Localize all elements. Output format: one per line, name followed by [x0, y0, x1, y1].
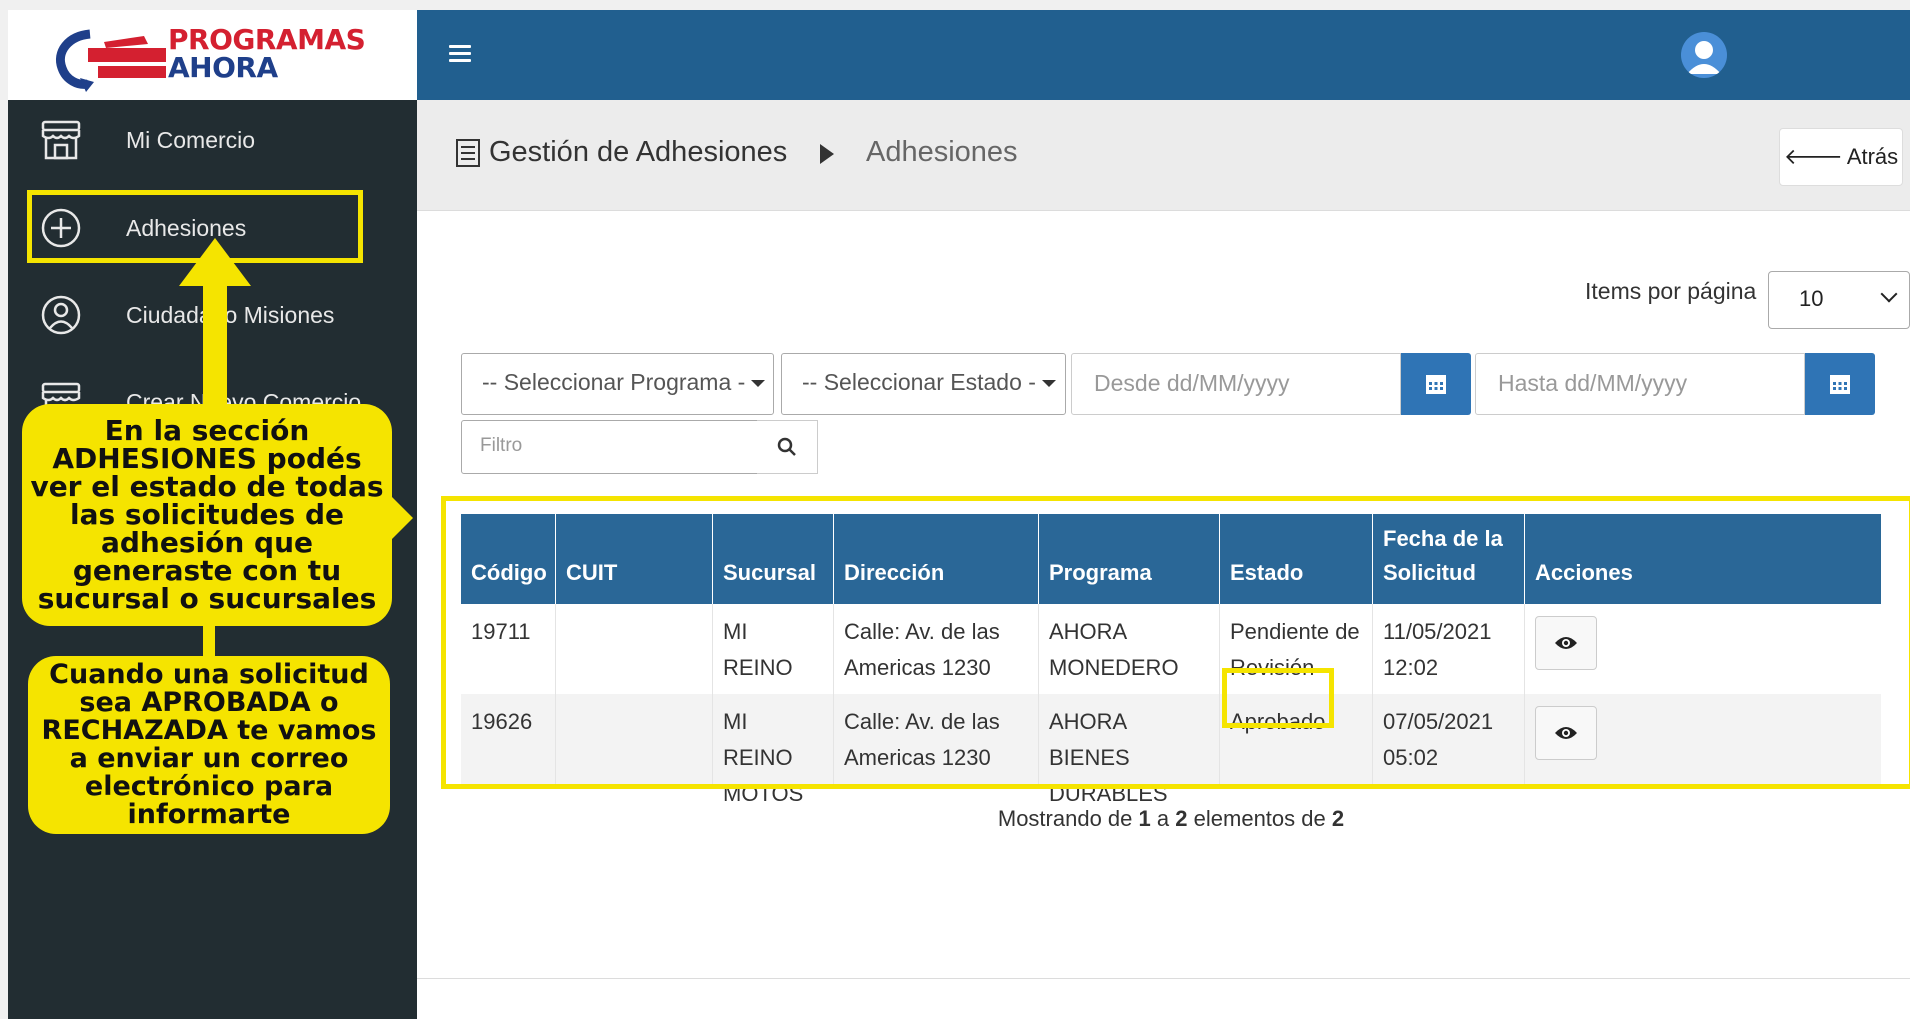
user-avatar-icon[interactable]: [1681, 32, 1727, 78]
desde-date-input[interactable]: Desde dd/MM/yyyy: [1071, 353, 1401, 415]
calendar-icon: [1426, 375, 1446, 394]
arrow-left-icon: 🡐: [1783, 145, 1843, 170]
items-per-page-value: 10: [1799, 286, 1824, 311]
main-content: Gestión de Adhesiones Adhesiones 🡐 Atrás…: [417, 100, 1910, 1019]
callout-tail-right-icon: [391, 496, 413, 540]
breadcrumb-root[interactable]: Gestión de Adhesiones: [489, 136, 787, 169]
search-button[interactable]: [757, 420, 818, 474]
highlight-aprobado: [1222, 668, 1334, 728]
caret-down-icon: [1041, 380, 1056, 388]
user-circle-icon: [38, 292, 84, 338]
brand-line1: PROGRAMAS: [168, 23, 366, 56]
logo-swoosh-icon: [56, 29, 166, 92]
callout-email-text: Cuando una solicitud sea APROBADA o RECH…: [41, 659, 377, 830]
items-per-page-label: Items por página: [1585, 278, 1757, 304]
breadcrumb-current: Adhesiones: [866, 136, 1018, 168]
back-button[interactable]: 🡐 Atrás: [1779, 128, 1903, 186]
summary-from: 1: [1138, 806, 1151, 831]
programa-select[interactable]: -- Seleccionar Programa -: [461, 353, 774, 415]
hasta-calendar-button[interactable]: [1805, 353, 1875, 415]
brand-name: PROGRAMAS AHORA: [168, 23, 366, 84]
desde-calendar-button[interactable]: [1401, 353, 1471, 415]
items-per-page-select[interactable]: 10: [1768, 271, 1910, 329]
hamburger-icon[interactable]: [449, 45, 471, 66]
breadcrumb: Gestión de Adhesiones Adhesiones 🡐 Atrás: [417, 100, 1910, 211]
summary-to: 2: [1175, 806, 1188, 831]
callout-email: Cuando una solicitud sea APROBADA o RECH…: [28, 656, 390, 834]
highlight-table: [441, 496, 1910, 789]
sidebar-item-mi-comercio[interactable]: Mi Comercio: [8, 100, 417, 180]
app-frame: PROGRAMAS AHORA Mi Comercio Adhesiones C…: [8, 10, 1910, 1019]
callout-arrow-up-icon: [179, 238, 251, 286]
calendar-icon: [1830, 375, 1850, 394]
pagination-summary: Mostrando de 1 a 2 elementos de 2: [461, 806, 1881, 832]
brand-line2: AHORA: [168, 51, 278, 84]
list-icon: [456, 139, 480, 167]
top-bar: [417, 10, 1910, 100]
summary-to-word: a: [1156, 806, 1170, 831]
caret-down-icon: [751, 380, 766, 388]
summary-total: 2: [1331, 806, 1345, 831]
search-icon: [777, 437, 796, 456]
callout-connector: [203, 624, 215, 660]
hasta-date-input[interactable]: Hasta dd/MM/yyyy: [1475, 353, 1805, 415]
sidebar-item-label: Mi Comercio: [126, 126, 256, 153]
summary-prefix: Mostrando de: [997, 806, 1133, 831]
content-divider: [417, 978, 1910, 979]
back-button-label: Atrás: [1846, 144, 1899, 169]
breadcrumb-separator-icon: [820, 144, 834, 164]
callout-arrow-stem: [203, 285, 227, 415]
filtro-input[interactable]: Filtro: [461, 420, 758, 474]
estado-select-label: -- Seleccionar Estado -: [802, 369, 1036, 395]
programa-select-label: -- Seleccionar Programa -: [482, 369, 746, 395]
callout-adhesiones-text: En la sección ADHESIONES podés ver el es…: [30, 414, 384, 615]
summary-mid: elementos de: [1193, 806, 1326, 831]
callout-adhesiones: En la sección ADHESIONES podés ver el es…: [22, 404, 392, 626]
sidebar-item-label: Ciudadano Misiones: [126, 301, 335, 328]
store-icon: [38, 117, 84, 163]
chevron-down-icon: [1880, 285, 1898, 303]
brand-logo[interactable]: PROGRAMAS AHORA: [8, 10, 417, 100]
estado-select[interactable]: -- Seleccionar Estado -: [781, 353, 1066, 415]
